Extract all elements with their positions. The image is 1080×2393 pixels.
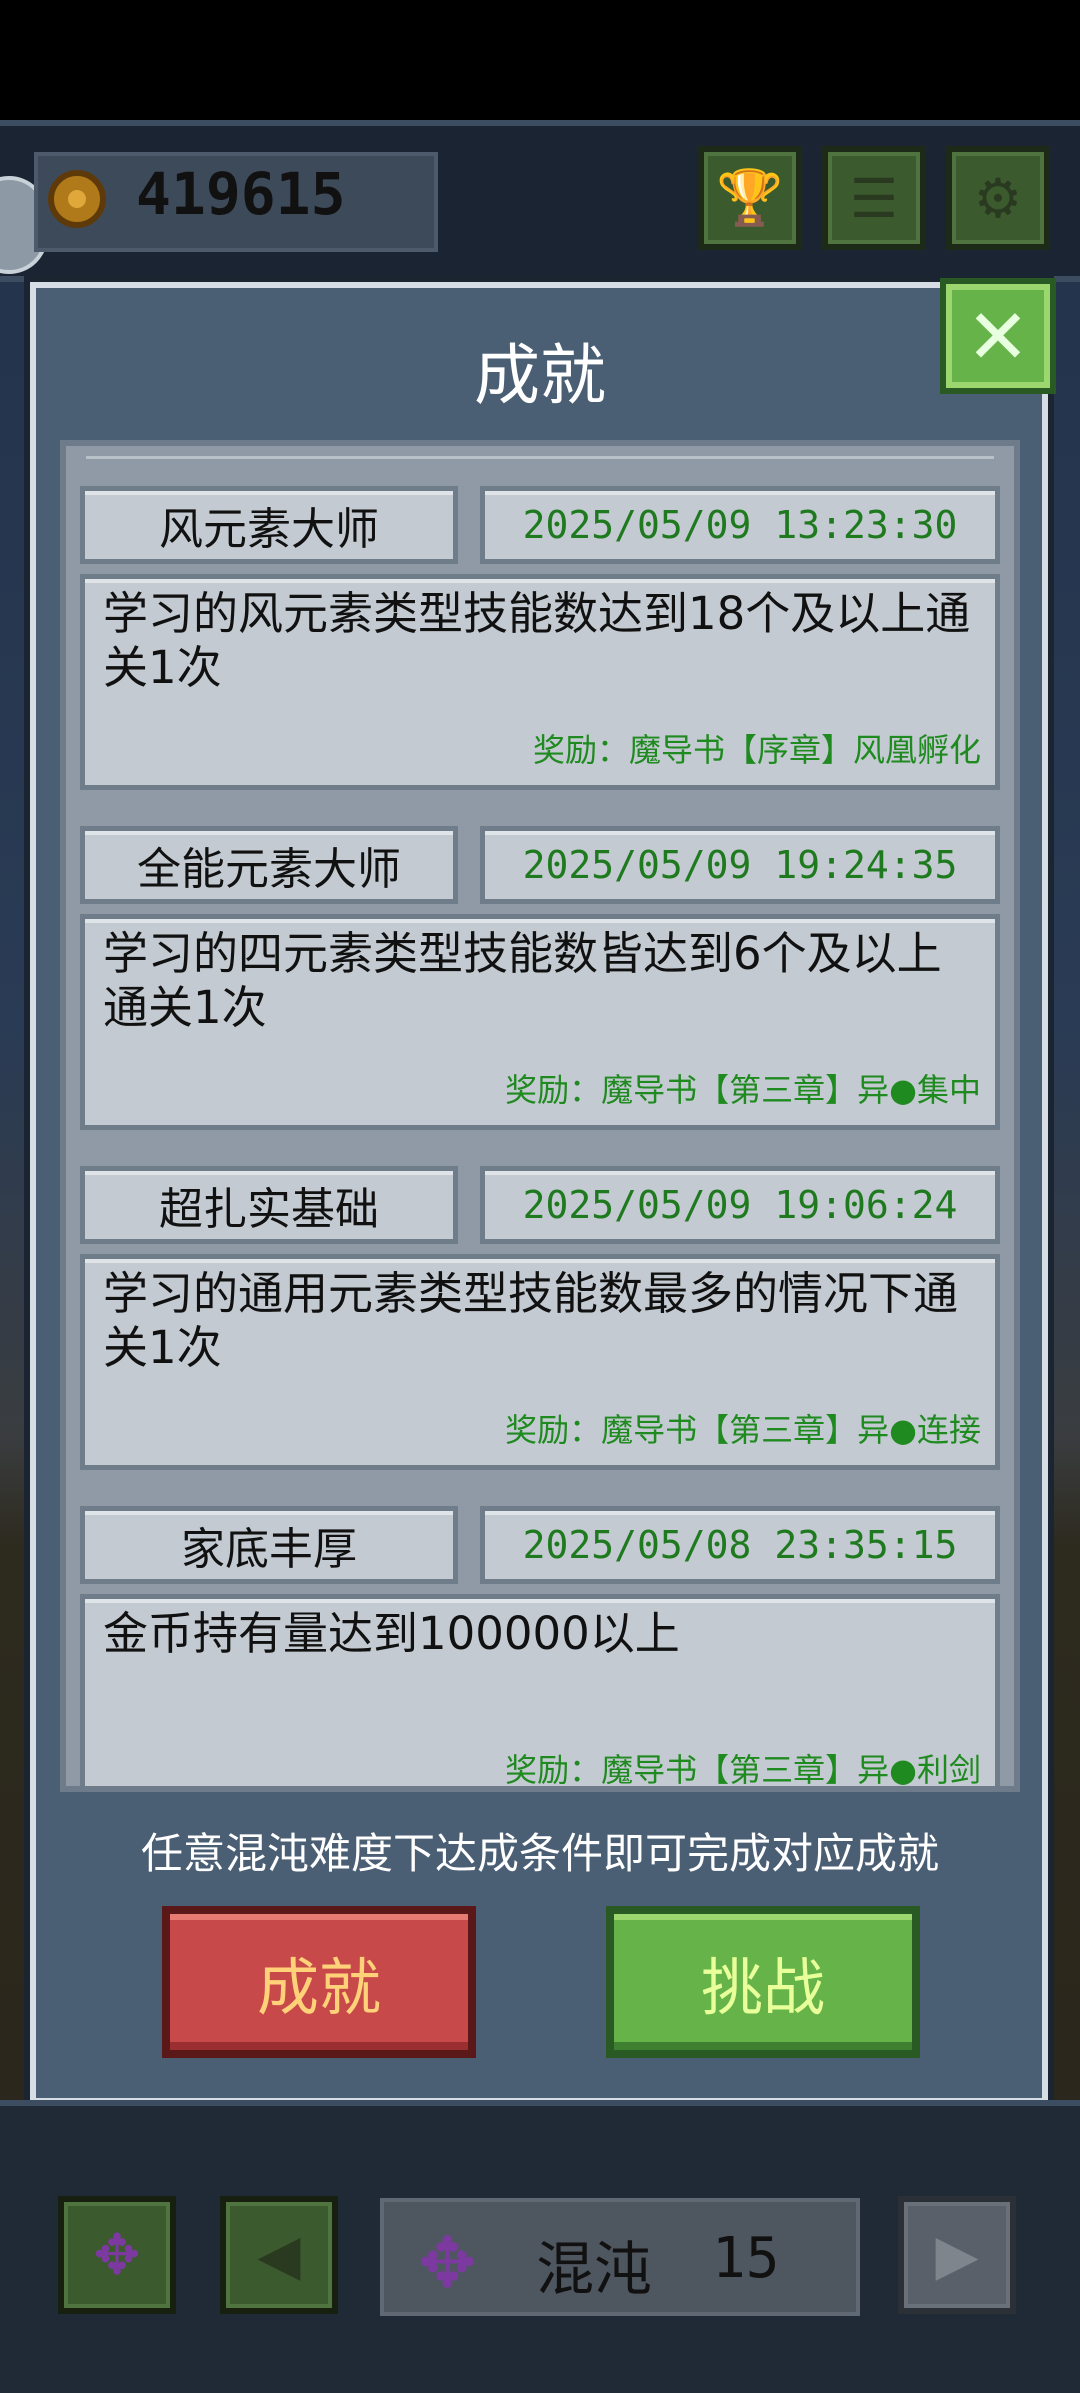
achievement-description: 学习的风元素类型技能数达到18个及以上通关1次 xyxy=(103,587,971,694)
achievement-name: 全能元素大师 xyxy=(80,826,458,904)
coin-amount: 419615 xyxy=(136,160,346,228)
close-button[interactable]: ✕ xyxy=(940,278,1056,394)
achievement-description: 金币持有量达到100000以上 xyxy=(103,1607,680,1660)
arrow-right-icon: ▶ xyxy=(935,2222,979,2288)
achievement-date: 2025/05/09 13:23:30 xyxy=(480,486,1000,564)
achievement-reward: 奖励：魔导书【序章】风凰孵化 xyxy=(532,731,981,769)
difficulty-label: 混沌 xyxy=(536,2235,653,2303)
achievement-desc-box: 学习的四元素类型技能数皆达到6个及以上通关1次 奖励：魔导书【第三章】异●集中 xyxy=(80,914,1000,1130)
achievement-desc-box: 学习的通用元素类型技能数最多的情况下通关1次 奖励：魔导书【第三章】异●连接 xyxy=(80,1254,1000,1470)
hint-text: 任意混沌难度下达成条件即可完成对应成就 xyxy=(140,1829,939,1878)
challenge-tab-button[interactable]: 挑战 xyxy=(606,1906,920,2058)
previous-level-button[interactable]: ◀ xyxy=(220,2196,338,2314)
achievements-tab-button[interactable]: 成就 xyxy=(162,1906,476,2058)
chaos-icon: ✥ xyxy=(93,2222,141,2288)
achievement-desc-box: 学习的风元素类型技能数达到18个及以上通关1次 奖励：魔导书【序章】风凰孵化 xyxy=(80,574,1000,790)
chaos-icon: ✥ xyxy=(418,2222,477,2304)
achievement-date: 2025/05/08 23:35:15 xyxy=(480,1506,1000,1584)
list-button[interactable]: ☰ xyxy=(822,146,926,250)
achievement-date: 2025/05/09 19:06:24 xyxy=(480,1166,1000,1244)
achievement-reward: 奖励：魔导书【第三章】异●利剑 xyxy=(505,1751,981,1789)
modal-title: 成就 xyxy=(474,337,606,414)
achievement-name: 超扎实基础 xyxy=(80,1166,458,1244)
achievement-description: 学习的四元素类型技能数皆达到6个及以上通关1次 xyxy=(103,927,942,1034)
close-icon: ✕ xyxy=(966,291,1030,381)
achievement-reward: 奖励：魔导书【第三章】异●集中 xyxy=(505,1071,981,1109)
list-icon: ☰ xyxy=(849,166,899,230)
settings-button[interactable]: ⚙ xyxy=(946,146,1050,250)
achievement-name: 家底丰厚 xyxy=(80,1506,458,1584)
gear-icon: ⚙ xyxy=(973,166,1023,230)
coin-icon xyxy=(48,170,106,228)
trophy-button[interactable]: 🏆 xyxy=(698,146,802,250)
achievement-date: 2025/05/09 19:24:35 xyxy=(480,826,1000,904)
next-level-button[interactable]: ▶ xyxy=(898,2196,1016,2314)
difficulty-level: 15 xyxy=(712,2226,780,2291)
chaos-mode-button[interactable]: ✥ xyxy=(58,2196,176,2314)
achievement-list[interactable]: 风元素大师 2025/05/09 13:23:30 学习的风元素类型技能数达到1… xyxy=(60,440,1020,1792)
trophy-icon: 🏆 xyxy=(716,166,784,229)
achievement-name: 风元素大师 xyxy=(80,486,458,564)
arrow-left-icon: ◀ xyxy=(257,2222,301,2288)
achievement-desc-box: 金币持有量达到100000以上 奖励：魔导书【第三章】异●利剑 xyxy=(80,1594,1000,1789)
achievement-reward: 奖励：魔导书【第三章】异●连接 xyxy=(505,1411,981,1449)
achievement-description: 学习的通用元素类型技能数最多的情况下通关1次 xyxy=(103,1267,959,1374)
